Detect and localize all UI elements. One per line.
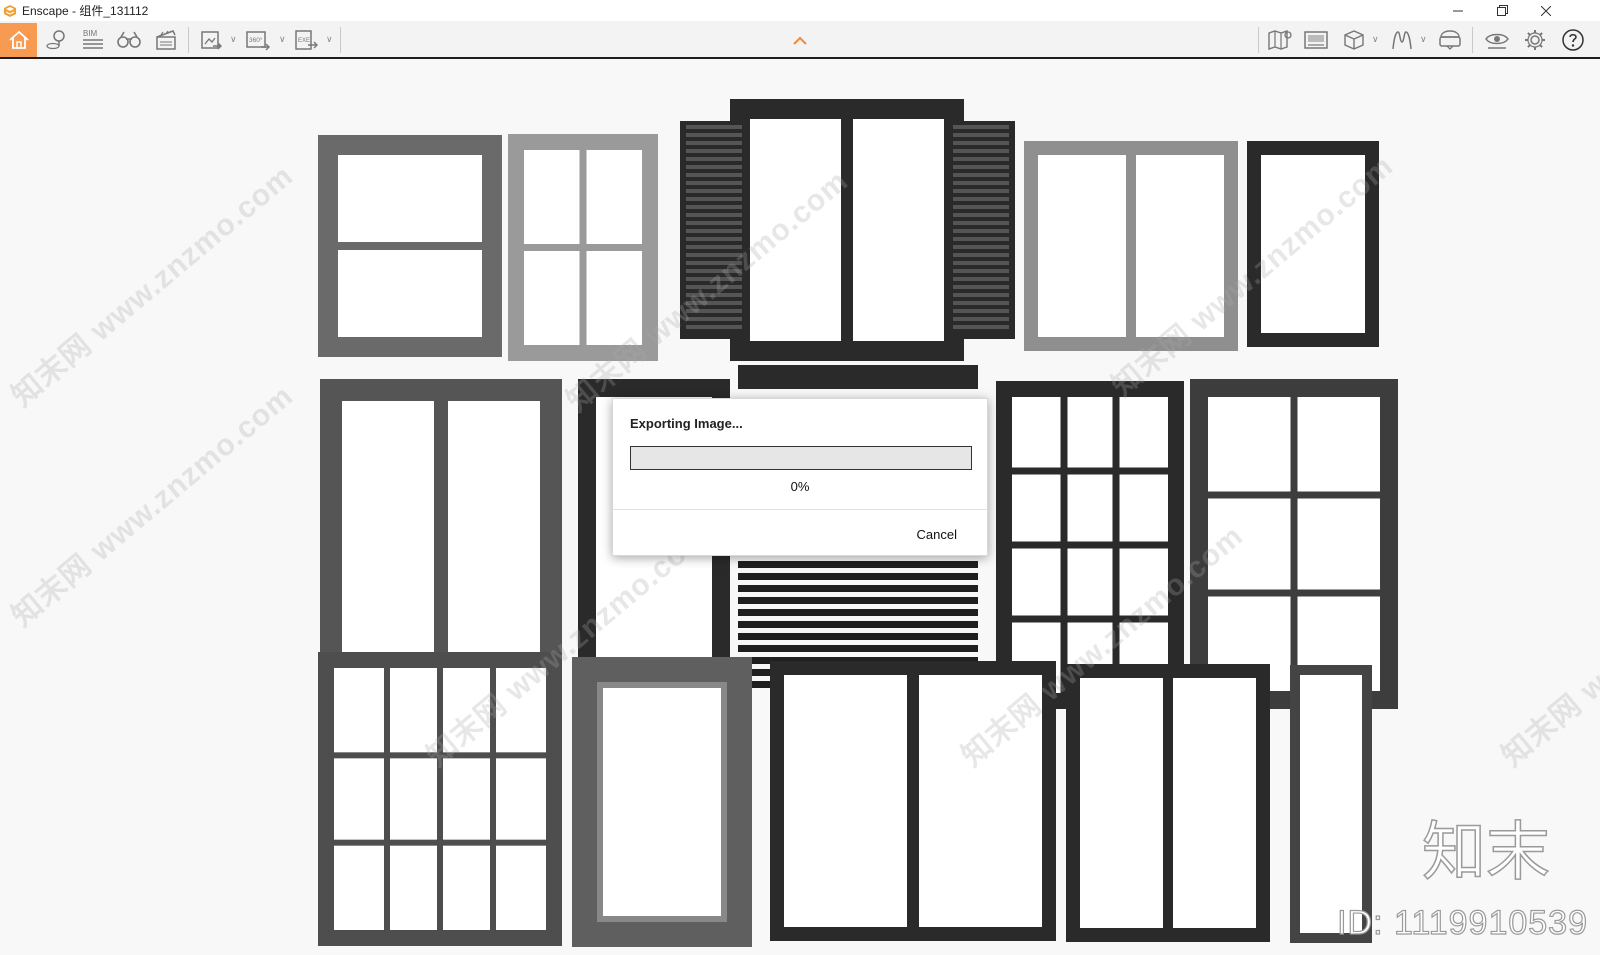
bim-button[interactable]: BIM (78, 23, 108, 57)
bim-icon: BIM (83, 29, 103, 49)
help-icon (1562, 29, 1584, 51)
material-editor-icon (1392, 31, 1412, 50)
toolbar-separator (1258, 27, 1259, 53)
visual-settings-icon (1485, 33, 1509, 49)
window-model (1066, 664, 1270, 942)
toolbar-separator (1472, 27, 1473, 53)
minimize-button[interactable] (1436, 0, 1480, 21)
chevron-up-icon (793, 36, 807, 45)
map-pin-button[interactable] (42, 23, 72, 57)
enscape-window: Enscape - 组件_131112 BIM ∨ 360° ∨ EXE ∨ ∨… (0, 0, 1600, 955)
screenshot-export-button[interactable] (197, 23, 225, 57)
cube-icon (1344, 30, 1364, 50)
panorama-export-button[interactable]: 360° (244, 23, 272, 57)
close-button[interactable] (1524, 0, 1568, 21)
toolbar: BIM ∨ 360° ∨ EXE ∨ ∨ ∨ (0, 21, 1600, 59)
map-icon (1268, 30, 1292, 50)
chevron-down-icon[interactable]: ∨ (1420, 34, 1427, 45)
chevron-down-icon[interactable]: ∨ (326, 34, 333, 45)
help-button[interactable] (1559, 23, 1587, 57)
binoculars-button[interactable] (114, 23, 144, 57)
map-button[interactable] (1266, 23, 1294, 57)
views-button[interactable] (1302, 23, 1330, 57)
map-pin-icon (46, 30, 65, 50)
settings-button[interactable] (1521, 23, 1549, 57)
brand-watermark: 知末 (1421, 815, 1551, 891)
exe-export-icon: EXE (295, 30, 318, 50)
chevron-down-icon[interactable]: ∨ (230, 34, 237, 45)
collapse-toolbar-button[interactable] (790, 23, 810, 57)
dialog-divider (613, 509, 987, 510)
restore-button[interactable] (1480, 0, 1524, 21)
progress-bar (630, 446, 972, 470)
material-editor-button[interactable] (1388, 23, 1416, 57)
vr-headset-icon (1439, 30, 1461, 50)
vr-headset-button[interactable] (1436, 23, 1464, 57)
svg-text:BIM: BIM (83, 29, 98, 38)
minimize-icon (1453, 10, 1463, 11)
clapperboard-icon (156, 30, 176, 50)
toolbar-separator (188, 27, 189, 53)
views-icon (1304, 31, 1328, 49)
svg-text:EXE: EXE (298, 38, 310, 44)
exe-export-button[interactable]: EXE (293, 23, 321, 57)
screenshot-export-icon (201, 31, 222, 50)
close-icon (1541, 5, 1551, 16)
window-model (1290, 665, 1372, 943)
export-progress-dialog: Exporting Image... 0% Cancel (612, 398, 988, 556)
svg-text:360°: 360° (249, 36, 263, 44)
binoculars-icon (117, 31, 141, 48)
progress-percent: 0% (790, 479, 810, 494)
cancel-button[interactable]: Cancel (917, 527, 957, 542)
dialog-title: Exporting Image... (630, 416, 743, 431)
visual-settings-button[interactable] (1483, 23, 1511, 57)
window-model (318, 135, 502, 357)
home-icon (8, 30, 29, 49)
window-title: Enscape - 组件_131112 (22, 4, 149, 18)
chevron-down-icon[interactable]: ∨ (279, 34, 286, 45)
home-button[interactable] (0, 23, 37, 57)
chevron-down-icon[interactable]: ∨ (1372, 34, 1379, 45)
restore-icon (1496, 5, 1508, 16)
panorama-export-icon: 360° (246, 31, 270, 51)
image-id-label: ID: 1119910539 (1336, 903, 1588, 942)
settings-gear-icon (1525, 30, 1545, 50)
asset-library-button[interactable] (1340, 23, 1368, 57)
enscape-logo-icon (4, 4, 16, 17)
title-bar: Enscape - 组件_131112 (0, 0, 1600, 21)
video-editor-button[interactable] (151, 23, 181, 57)
toolbar-separator (340, 27, 341, 53)
